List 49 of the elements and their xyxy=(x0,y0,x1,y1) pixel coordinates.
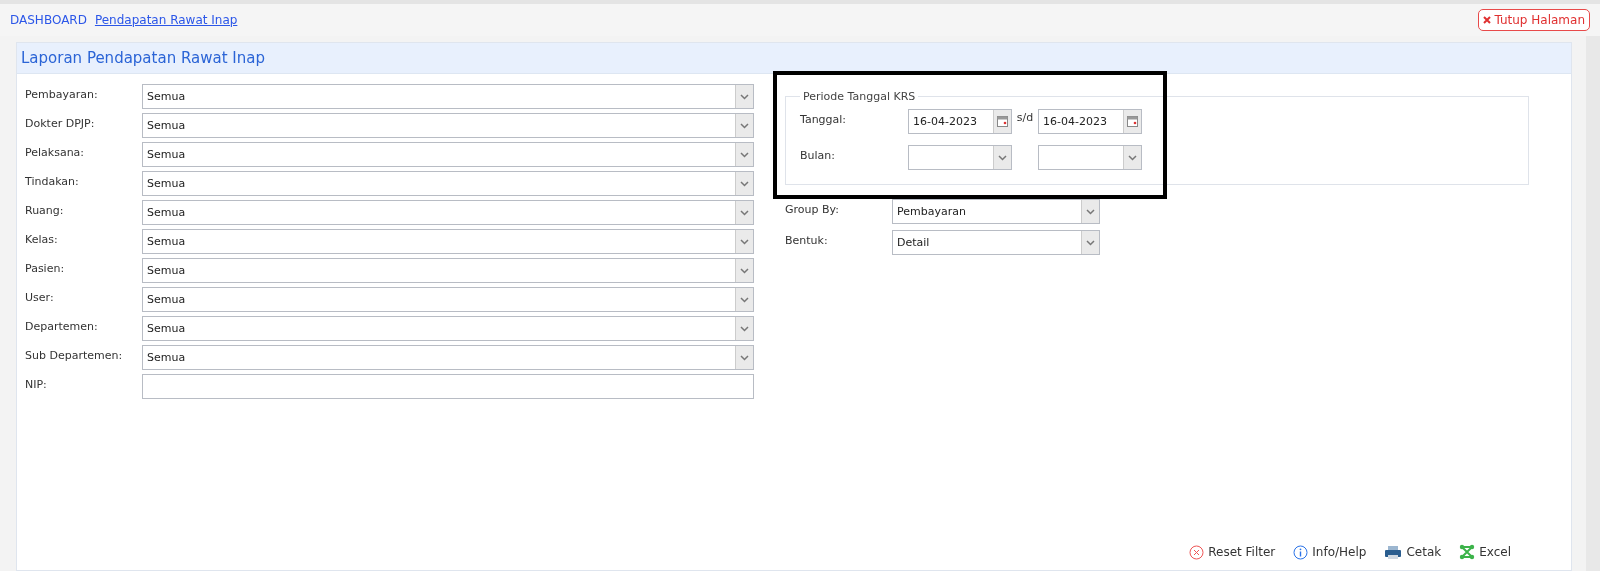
select-field[interactable] xyxy=(1038,145,1142,170)
field-label: Departemen: xyxy=(25,319,99,333)
info-icon xyxy=(1293,544,1309,560)
close-page-button[interactable]: Tutup Halaman xyxy=(1478,9,1590,31)
close-icon xyxy=(1483,16,1492,24)
date-field[interactable]: 16-04-2023 xyxy=(908,109,1012,134)
toolbar-button[interactable]: Excel xyxy=(1459,544,1511,560)
input-field[interactable] xyxy=(142,374,754,399)
toolbar-button[interactable]: Info/Help xyxy=(1293,544,1367,560)
field-label: Kelas: xyxy=(25,232,59,246)
select-field[interactable]: Semua xyxy=(142,113,754,138)
field-label: Dokter DPJP: xyxy=(25,116,96,130)
select-field[interactable]: Semua xyxy=(142,258,754,283)
close-icon xyxy=(1189,544,1205,560)
toolbar-button[interactable]: Reset Filter xyxy=(1189,544,1276,560)
select-field[interactable]: Pembayaran xyxy=(892,199,1100,224)
select-field[interactable]: Semua xyxy=(142,84,754,109)
field-label: Group By: xyxy=(785,202,840,216)
toolbar-button[interactable]: Cetak xyxy=(1384,544,1442,560)
field-label: Pasien: xyxy=(25,261,66,275)
range-separator: s/d xyxy=(1015,110,1035,124)
fieldset-legend: Periode Tanggal KRS xyxy=(800,90,919,103)
field-label: NIP: xyxy=(25,377,48,391)
breadcrumb-link[interactable]: DASHBOARD xyxy=(10,13,87,27)
field-label: Bulan: xyxy=(800,148,836,162)
field-label: Tanggal: xyxy=(800,112,848,126)
field-label: Tindakan: xyxy=(25,174,80,188)
panel-title: Laporan Pendapatan Rawat Inap xyxy=(17,43,1571,74)
field-label: Ruang: xyxy=(25,203,65,217)
date-field[interactable]: 16-04-2023 xyxy=(1038,109,1142,134)
field-label: Sub Departemen: xyxy=(25,348,124,362)
field-label: User: xyxy=(25,290,55,304)
breadcrumb-link[interactable]: Pendapatan Rawat Inap xyxy=(94,13,238,27)
printer-icon xyxy=(1384,544,1403,560)
select-field[interactable]: Semua xyxy=(142,171,754,196)
network-icon xyxy=(1459,544,1476,560)
select-field[interactable]: Semua xyxy=(142,200,754,225)
select-field[interactable]: Semua xyxy=(142,287,754,312)
select-field[interactable] xyxy=(908,145,1012,170)
field-label: Bentuk: xyxy=(785,233,829,247)
select-field[interactable]: Semua xyxy=(142,345,754,370)
calendar-icon[interactable] xyxy=(1123,110,1141,133)
field-label: Pembayaran: xyxy=(25,87,99,101)
calendar-icon[interactable] xyxy=(993,110,1011,133)
select-field[interactable]: Semua xyxy=(142,142,754,167)
select-field[interactable]: Semua xyxy=(142,316,754,341)
select-field[interactable]: Detail xyxy=(892,230,1100,255)
select-field[interactable]: Semua xyxy=(142,229,754,254)
field-label: Pelaksana: xyxy=(25,145,86,159)
